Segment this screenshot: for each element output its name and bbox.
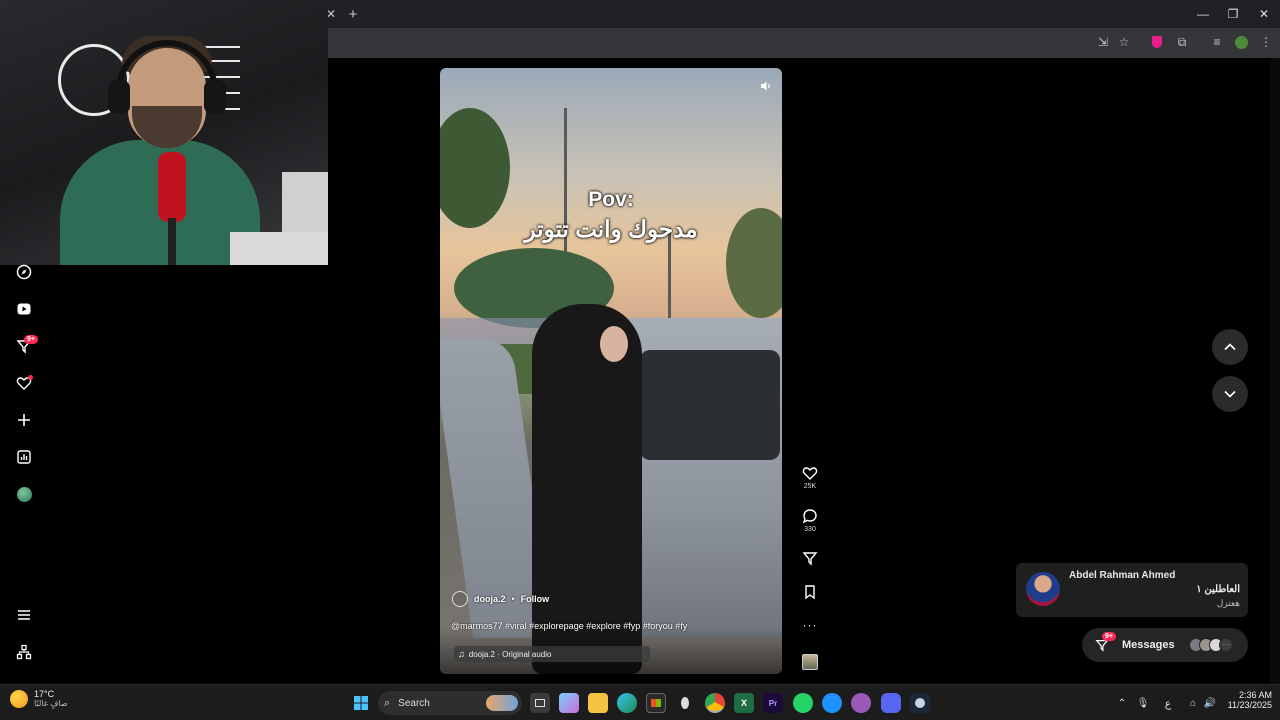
like-action[interactable]: 25K [800, 465, 820, 490]
heart-icon[interactable] [14, 373, 34, 393]
video-player[interactable]: Pov: مدحوك وانت تتوتر dooja.2 • Follow @… [440, 68, 782, 674]
restore-icon[interactable]: ❐ [1218, 1, 1248, 27]
webcam-overlay [0, 0, 328, 265]
audio-thumbnail[interactable] [800, 654, 820, 670]
upload-icon[interactable] [14, 410, 34, 430]
speaker-icon[interactable] [758, 78, 774, 94]
audio-pill[interactable]: ♫ dooja.2 · Original audio [454, 646, 650, 662]
next-video-button[interactable] [1212, 376, 1248, 412]
page-scrollbar[interactable] [1270, 58, 1280, 684]
new-tab-icon[interactable]: + [342, 3, 364, 25]
puzzle-icon[interactable]: ⧉ [1171, 31, 1193, 53]
premiere-icon[interactable]: Pr [763, 693, 783, 713]
messages-avatars: ··· [1188, 638, 1233, 652]
live-icon[interactable] [14, 299, 34, 319]
inbox-badge: 9+ [24, 335, 38, 344]
steam-icon[interactable] [910, 693, 930, 713]
search-highlight-icon [486, 695, 518, 711]
messages-badge: 9+ [1102, 632, 1116, 641]
discord-icon[interactable] [881, 693, 901, 713]
clock-time: 2:36 AM [1238, 690, 1272, 700]
video-author-row: dooja.2 • Follow [452, 591, 549, 607]
clock-date: 11/23/2025 [1227, 700, 1272, 710]
apps-icon[interactable] [14, 642, 34, 662]
tray-chevron-icon[interactable]: ⌃ [1112, 693, 1132, 713]
excel-icon[interactable]: X [734, 693, 754, 713]
search-icon: ⌕ [384, 696, 391, 709]
messages-button[interactable]: 9+ Messages ··· [1082, 628, 1248, 662]
video-caption-line1: Pov: [588, 188, 634, 211]
bookmark-icon[interactable] [802, 584, 818, 600]
send-icon[interactable] [802, 550, 818, 566]
microphone [158, 152, 186, 222]
notification-dot [28, 375, 33, 380]
comment-action[interactable]: 330 [800, 508, 820, 533]
comment-icon[interactable] [802, 508, 818, 524]
task-view-icon[interactable] [530, 693, 550, 713]
like-count: 25K [803, 483, 817, 490]
group-name: العاطلين ١ [1196, 584, 1240, 595]
minimize-icon[interactable]: — [1188, 1, 1218, 27]
profile-icon[interactable] [1230, 31, 1252, 53]
music-note-icon: ♫ [458, 649, 465, 659]
edge-icon[interactable] [617, 693, 637, 713]
clock[interactable]: 2:36 AM 11/23/2025 [1222, 690, 1272, 710]
woman-figure [532, 304, 642, 674]
separator-dot: • [511, 594, 515, 604]
messages-icon: 9+ [1094, 632, 1116, 653]
windows-taskbar: 17°C صافٍ غالبًا ⌕ Search X Pr ⌃ 🎙 ع ⌂ 🔊… [0, 684, 1280, 720]
volume-icon[interactable]: 🔊 [1200, 693, 1220, 713]
windows-start-icon[interactable] [351, 693, 371, 713]
weather-widget[interactable]: 17°C صافٍ غالبًا [10, 689, 68, 708]
weather-temp: 17°C [34, 689, 55, 699]
microphone-icon[interactable]: 🎙 [1133, 693, 1153, 713]
media-icon[interactable]: ≡ [1206, 31, 1228, 53]
sender-avatar [1026, 572, 1060, 606]
menu-icon[interactable]: ⋮ [1255, 31, 1277, 53]
store-icon[interactable] [646, 693, 666, 713]
video-hashtags[interactable]: @marmos77 #viral #explorepage #explore #… [451, 621, 687, 631]
comment-count: 330 [804, 526, 816, 533]
chevron-up-icon [1224, 343, 1236, 351]
save-action[interactable] [800, 584, 820, 600]
star-icon[interactable]: ☆ [1113, 31, 1135, 53]
message-preview: هعتزل [1216, 598, 1240, 608]
messenger-icon[interactable] [822, 693, 842, 713]
compass-icon[interactable] [14, 262, 34, 282]
language-indicator[interactable]: ع [1158, 693, 1178, 713]
install-icon[interactable]: ⇲ [1092, 31, 1114, 53]
sender-name: Abdel Rahman Ahmed [1069, 570, 1176, 581]
window-close-icon[interactable]: ✕ [1249, 1, 1279, 27]
analytics-icon[interactable] [14, 447, 34, 467]
inbox-icon[interactable]: 9+ [14, 335, 38, 356]
search-label: Search [398, 697, 430, 709]
taskbar-search[interactable]: ⌕ Search [378, 691, 522, 715]
avatar-icon[interactable] [14, 484, 34, 504]
chrome-icon[interactable] [705, 693, 725, 713]
audio-label: dooja.2 · Original audio [468, 649, 552, 659]
weather-icon [10, 689, 28, 708]
messages-label: Messages [1122, 639, 1175, 651]
author-username[interactable]: dooja.2 [474, 594, 506, 604]
more-options-icon[interactable]: ··· [800, 618, 820, 632]
author-avatar[interactable] [452, 591, 468, 607]
music-app-icon[interactable] [851, 693, 871, 713]
whatsapp-icon[interactable] [793, 693, 813, 713]
chevron-down-icon [1224, 390, 1236, 398]
alienware-icon[interactable] [675, 693, 695, 713]
message-notification[interactable]: Abdel Rahman Ahmed العاطلين ١ هعتزل [1016, 563, 1248, 617]
video-caption-line2: مدحوك وانت تتوتر [524, 216, 698, 242]
extension-shield-icon[interactable] [1146, 31, 1168, 53]
share-action[interactable] [800, 550, 820, 566]
like-heart-icon[interactable] [802, 465, 818, 481]
weather-desc: صافٍ غالبًا [34, 699, 68, 708]
hamburger-icon[interactable] [14, 605, 34, 625]
file-explorer-icon[interactable] [588, 693, 608, 713]
copilot-icon[interactable] [559, 693, 579, 713]
previous-video-button[interactable] [1212, 329, 1248, 365]
follow-button[interactable]: Follow [521, 594, 550, 604]
